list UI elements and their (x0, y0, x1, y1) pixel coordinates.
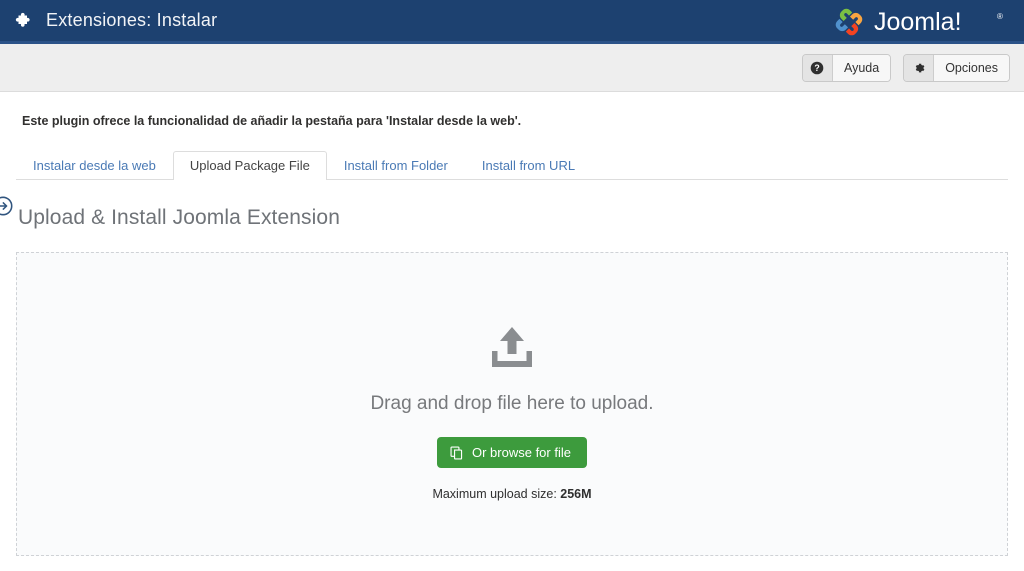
browse-for-file-button[interactable]: Or browse for file (437, 437, 587, 468)
joomla-wordmark: Joomla! ® (874, 7, 1014, 37)
svg-text:?: ? (815, 63, 820, 73)
browse-button-label: Or browse for file (472, 445, 571, 460)
tab-install-from-url[interactable]: Install from URL (465, 151, 592, 180)
tab-install-from-web[interactable]: Instalar desde la web (16, 151, 173, 180)
section-heading: Upload & Install Joomla Extension (18, 206, 340, 229)
help-circle-icon: ? (802, 54, 833, 81)
max-upload-size-value: 256M (560, 487, 592, 501)
joomla-logo-icon (831, 5, 867, 39)
install-tabs: Instalar desde la web Upload Package Fil… (16, 148, 1008, 180)
options-button[interactable]: Opciones (903, 53, 1010, 82)
help-button[interactable]: ? Ayuda (801, 53, 892, 82)
puzzle-piece-icon (14, 11, 34, 31)
plugin-notice: Este plugin ofrece la funcionalidad de a… (22, 114, 522, 128)
upload-arrow-icon (486, 325, 538, 371)
page-title: Extensiones: Instalar (46, 10, 218, 30)
tab-upload-package-file[interactable]: Upload Package File (172, 151, 327, 180)
arrow-right-circle-icon[interactable] (0, 195, 14, 217)
toolbar: ? Ayuda Opciones (0, 44, 1024, 92)
svg-text:®: ® (997, 12, 1003, 21)
copy-files-icon (450, 445, 464, 460)
max-upload-size-label: Maximum upload size: (432, 487, 557, 501)
admin-header: Extensiones: Instalar Joomla! ® (0, 0, 1024, 44)
max-upload-size: Maximum upload size: 256M (432, 487, 591, 501)
file-dropzone[interactable]: Drag and drop file here to upload. Or br… (16, 252, 1008, 556)
joomla-brand: Joomla! ® (831, 5, 1014, 39)
dropzone-instruction: Drag and drop file here to upload. (370, 393, 654, 414)
main-content: Este plugin ofrece la funcionalidad de a… (0, 92, 1024, 556)
help-button-label: Ayuda (832, 54, 891, 81)
options-button-label: Opciones (934, 54, 1009, 81)
gear-icon (904, 54, 935, 81)
header-title-group: Extensiones: Instalar (14, 10, 217, 31)
svg-text:Joomla!: Joomla! (874, 8, 962, 36)
tab-install-from-folder[interactable]: Install from Folder (327, 151, 465, 180)
